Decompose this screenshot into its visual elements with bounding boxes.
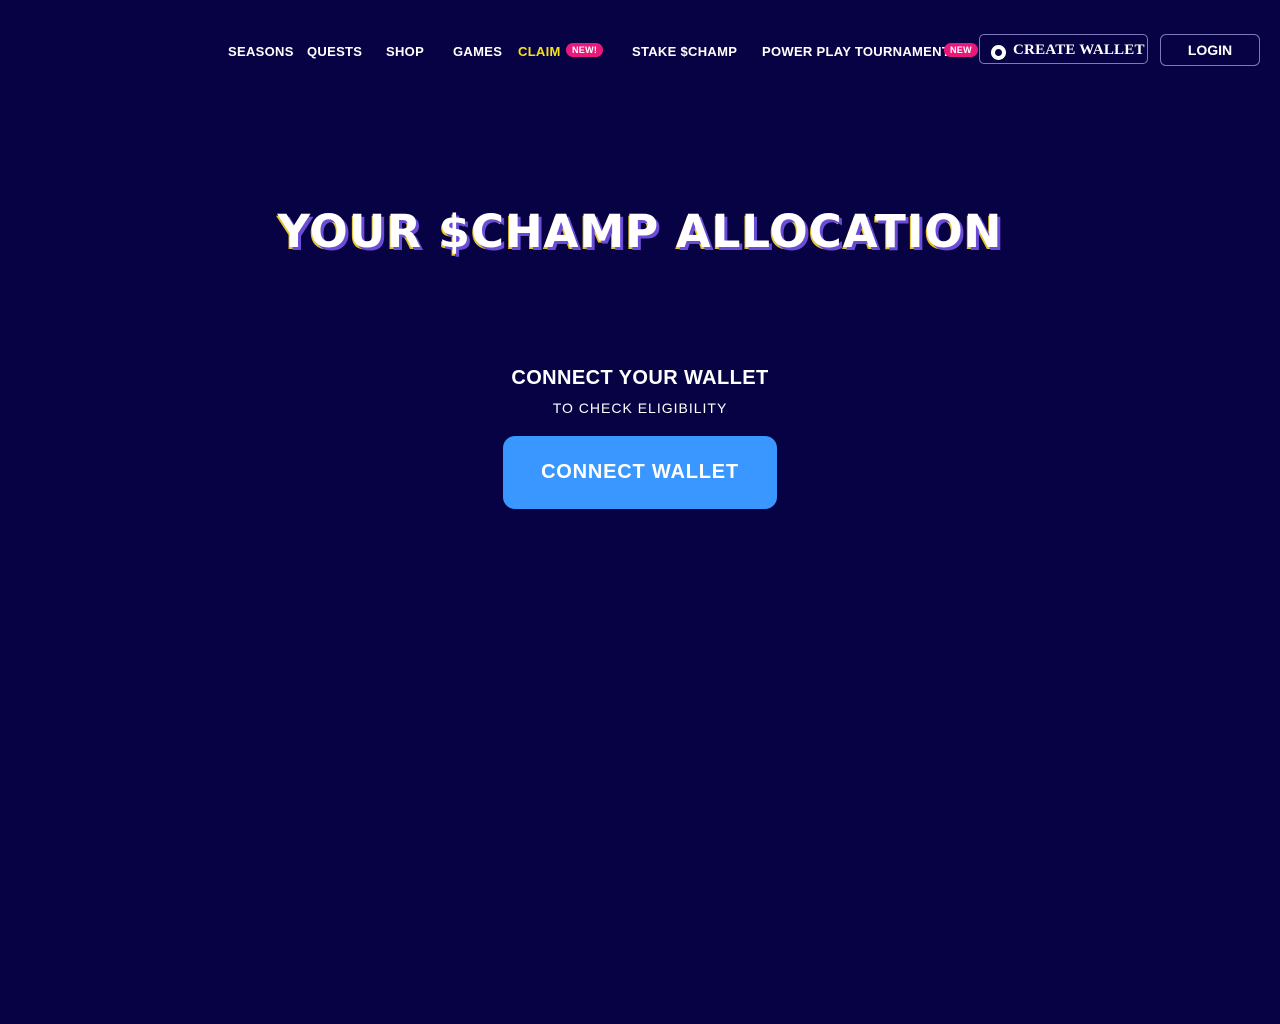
- login-button[interactable]: LOGIN: [1160, 34, 1260, 66]
- nav-seasons[interactable]: SEASONS: [228, 44, 294, 59]
- page-title: YOUR $CHAMP ALLOCATION: [277, 205, 1003, 258]
- nav-stake-champ[interactable]: STAKE $CHAMP: [632, 44, 737, 59]
- connect-wallet-button[interactable]: CONNECT WALLET: [503, 436, 777, 509]
- page: SEASONS QUESTS SHOP GAMES CLAIM NEW! STA…: [0, 0, 1280, 1024]
- create-wallet-button[interactable]: CREATE WALLET: [979, 34, 1148, 64]
- connect-subheading: TO CHECK ELIGIBILITY: [552, 400, 728, 416]
- tournament-new-badge: NEW: [944, 43, 978, 57]
- nav-games[interactable]: GAMES: [453, 44, 502, 59]
- nav-power-play-tournament[interactable]: POWER PLAY TOURNAMENT: [762, 44, 950, 59]
- wallet-icon: [991, 45, 1006, 60]
- nav-shop[interactable]: SHOP: [386, 44, 424, 59]
- nav-quests[interactable]: QUESTS: [307, 44, 362, 59]
- connect-heading: CONNECT YOUR WALLET: [511, 367, 769, 389]
- claim-new-badge: NEW!: [566, 43, 604, 57]
- create-wallet-label: CREATE WALLET: [1013, 42, 1145, 58]
- nav-claim[interactable]: CLAIM: [518, 44, 561, 59]
